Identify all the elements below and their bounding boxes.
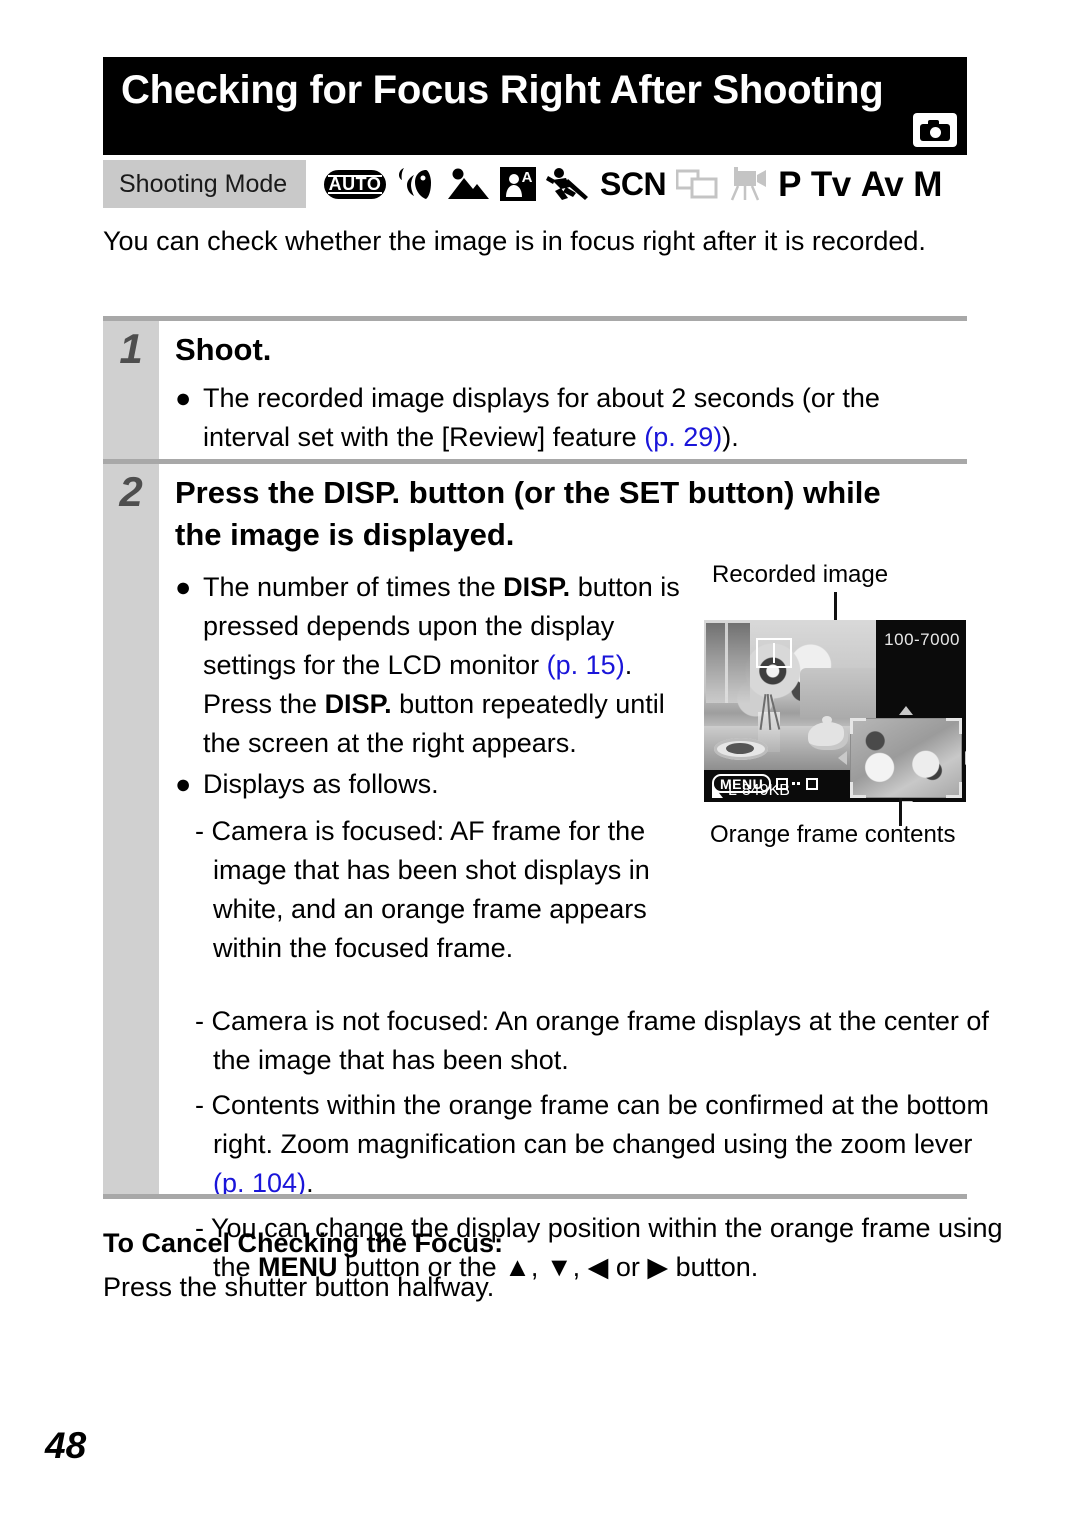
lcd-figure: Recorded image 100-7000 MENU L 849KB Ora…	[700, 560, 980, 850]
movie-mode-icon	[728, 164, 768, 204]
portrait-mode-icon	[396, 164, 436, 204]
page-title: Checking for Focus Right After Shooting	[121, 68, 884, 112]
bullet-dot-icon: ●	[175, 572, 192, 602]
shooting-mode-label: Shooting Mode	[103, 160, 306, 208]
image-size-label: L	[728, 782, 737, 799]
inset-corner-br-icon	[946, 782, 962, 798]
inset-corner-tr-icon	[946, 718, 962, 734]
step-1: 1 Shoot. ● The recorded image displays f…	[103, 321, 967, 459]
photo-teapot	[808, 716, 848, 750]
step-1-heading: Shoot.	[175, 332, 272, 367]
step-2-heading: Press the DISP. button (or the SET butto…	[175, 475, 881, 552]
step-2-bullet-2-text: Displays as follows.	[203, 769, 439, 799]
shooting-mode-icon-list: AUTO A SCN P Tv Av M	[306, 160, 967, 208]
lcd-screen: 100-7000 MENU L 849KB	[704, 620, 966, 802]
arrow-right-icon	[965, 751, 966, 765]
page-link-15[interactable]: (p. 15)	[547, 650, 625, 680]
landscape-mode-icon	[446, 164, 490, 204]
inset-corner-bl-icon	[850, 782, 866, 798]
program-mode-icon: P	[778, 164, 801, 204]
photo-window	[706, 623, 750, 703]
step-2-bullet-1-text: The number of times the DISP. button is …	[203, 572, 680, 758]
leader-line-top	[834, 592, 837, 620]
shutter-priority-mode-icon: Tv	[810, 164, 851, 204]
bullet-dot-icon: ●	[175, 769, 192, 799]
arrow-up-icon	[899, 706, 913, 715]
disp-button-label: DISP.	[323, 475, 401, 510]
magnified-inset	[838, 706, 966, 802]
shooting-mode-bar: Shooting Mode AUTO A SCN P Tv Av M	[103, 160, 967, 208]
photo-stems	[759, 693, 781, 731]
step-2-subitem-1: - Camera is focused: AF frame for the im…	[195, 816, 650, 963]
file-size-label: 849KB	[741, 782, 790, 799]
stitch-assist-mode-icon	[676, 164, 718, 204]
divider-below-steps	[103, 1194, 967, 1199]
photo-sofa	[800, 668, 876, 718]
bullet-dot-icon: ●	[175, 383, 192, 413]
recorded-image-caption: Recorded image	[712, 561, 889, 588]
camera-icon	[913, 113, 957, 147]
step-1-bullet-1: ● The recorded image displays for about …	[175, 379, 965, 457]
photo-cookies	[726, 743, 754, 754]
manual-mode-icon: M	[913, 164, 942, 204]
cancel-section-text: Press the shutter button halfway.	[103, 1272, 495, 1302]
fine-quality-icon	[712, 784, 723, 798]
scene-mode-icon: SCN	[600, 165, 667, 202]
manual-page: Checking for Focus Right After Shooting …	[0, 0, 1080, 1521]
svg-text:A: A	[522, 169, 533, 186]
af-frame-icon	[756, 638, 792, 668]
orange-frame-contents-caption: Orange frame contents	[710, 821, 956, 848]
step-2-subitem-3: - Contents within the orange frame can b…	[195, 1090, 989, 1198]
step-2-bullet-2: ● Displays as follows.	[175, 765, 683, 804]
cancel-section-title: To Cancel Checking the Focus:	[103, 1228, 504, 1258]
page-number: 48	[45, 1425, 87, 1466]
kids-and-pets-mode-icon	[546, 164, 590, 204]
file-number-label: 100-7000	[884, 630, 960, 649]
arrow-left-icon	[838, 751, 847, 765]
step-2-number: 2	[103, 464, 159, 1194]
intro-paragraph: You can check whether the image is in fo…	[103, 226, 926, 256]
step-1-bullet-1-text: The recorded image displays for about 2 …	[203, 383, 880, 452]
step-1-number: 1	[103, 321, 159, 459]
step-2-subitem-2: - Camera is not focused: An orange frame…	[195, 1006, 989, 1075]
set-button-label: SET	[618, 475, 680, 510]
aperture-priority-mode-icon: Av	[860, 164, 904, 204]
step-2-bullet-1: ● The number of times the DISP. button i…	[175, 568, 683, 763]
auto-mode-icon: AUTO	[324, 164, 386, 204]
page-link-29[interactable]: (p. 29)	[644, 422, 722, 452]
night-snapshot-mode-icon: A	[500, 164, 536, 204]
inset-corner-tl-icon	[850, 718, 866, 734]
page-header: Checking for Focus Right After Shooting	[103, 57, 967, 155]
lcd-image-info: L 849KB	[712, 782, 790, 800]
